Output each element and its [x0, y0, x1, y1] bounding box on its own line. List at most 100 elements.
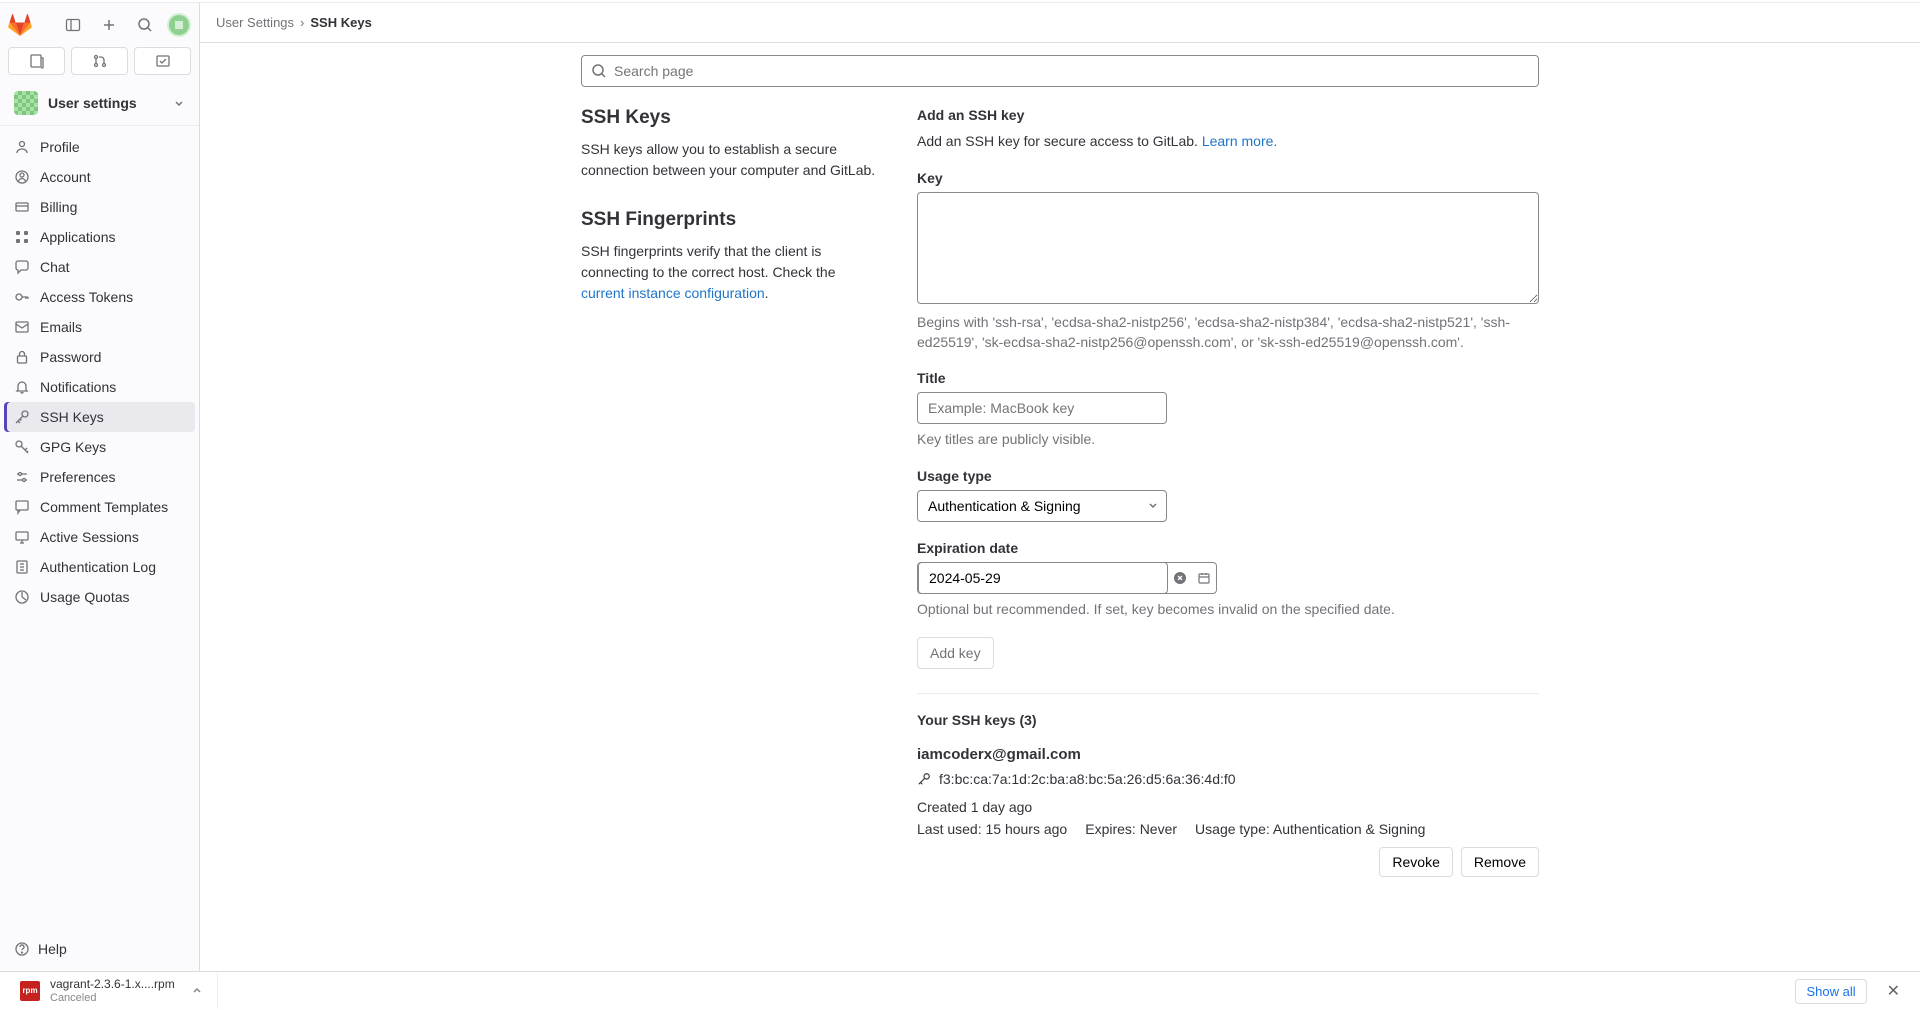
log-icon: [14, 559, 30, 575]
sidebar-item-notifications[interactable]: Notifications: [4, 372, 195, 402]
sidebar-item-label: Comment Templates: [40, 499, 168, 515]
expiration-input[interactable]: [918, 562, 1168, 594]
panel-toggle-icon[interactable]: [59, 11, 87, 39]
sidebar-item-emails[interactable]: Emails: [4, 312, 195, 342]
sidebar-item-active-sessions[interactable]: Active Sessions: [4, 522, 195, 552]
key-fingerprint: f3:bc:ca:7a:1d:2c:ba:a8:bc:5a:26:d5:6a:3…: [939, 771, 1236, 787]
bell-icon: [14, 379, 30, 395]
clear-date-icon[interactable]: [1168, 563, 1192, 593]
todos-shortcut[interactable]: [134, 47, 191, 75]
chevron-down-icon: [173, 97, 185, 109]
preferences-icon: [14, 469, 30, 485]
breadcrumb-current: SSH Keys: [310, 15, 371, 30]
sidebar-item-access-tokens[interactable]: Access Tokens: [4, 282, 195, 312]
show-all-button[interactable]: Show all: [1795, 979, 1866, 1004]
sidebar-item-label: Notifications: [40, 379, 116, 395]
sidebar-item-label: Emails: [40, 319, 82, 335]
breadcrumb-parent[interactable]: User Settings: [216, 15, 294, 30]
issues-shortcut[interactable]: [8, 47, 65, 75]
sidebar-item-label: Authentication Log: [40, 559, 156, 575]
download-item[interactable]: rpm vagrant-2.3.6-1.x....rpm Canceled: [12, 973, 218, 1009]
sidebar-item-label: Active Sessions: [40, 529, 139, 545]
fingerprints-desc: SSH fingerprints verify that the client …: [581, 241, 881, 304]
key-created: Created 1 day ago: [917, 799, 1539, 815]
merge-requests-shortcut[interactable]: [71, 47, 128, 75]
context-title: User settings: [48, 95, 163, 111]
title-input[interactable]: [917, 392, 1167, 424]
fingerprints-heading: SSH Fingerprints: [581, 209, 881, 231]
sidebar-item-applications[interactable]: Applications: [4, 222, 195, 252]
help-icon: [14, 941, 30, 957]
sidebar-item-profile[interactable]: Profile: [4, 132, 195, 162]
plus-icon[interactable]: [95, 11, 123, 39]
sidebar-item-usage-quotas[interactable]: Usage Quotas: [4, 582, 195, 612]
sidebar-item-label: Applications: [40, 229, 116, 245]
file-icon: rpm: [20, 981, 40, 1001]
sidebar-item-auth-log[interactable]: Authentication Log: [4, 552, 195, 582]
quota-icon: [14, 589, 30, 605]
sidebar-item-account[interactable]: Account: [4, 162, 195, 192]
search-icon[interactable]: [131, 11, 159, 39]
chevron-up-icon[interactable]: [185, 985, 209, 997]
sidebar-item-label: Preferences: [40, 469, 115, 485]
sidebar-item-gpg-keys[interactable]: GPG Keys: [4, 432, 195, 462]
calendar-icon[interactable]: [1192, 563, 1216, 593]
monitor-icon: [14, 529, 30, 545]
chat-icon: [14, 259, 30, 275]
add-key-button[interactable]: Add key: [917, 637, 994, 669]
sidebar-item-label: SSH Keys: [40, 409, 104, 425]
context-user-settings[interactable]: User settings: [4, 83, 195, 123]
breadcrumb-separator: ›: [300, 15, 304, 30]
key-usage: Usage type: Authentication & Signing: [1195, 821, 1425, 837]
search-icon: [591, 63, 607, 79]
key-last-used: Last used: 15 hours ago: [917, 821, 1067, 837]
key-entry-title[interactable]: iamcoderx@gmail.com: [917, 746, 1539, 763]
sidebar-item-label: Password: [40, 349, 101, 365]
sidebar-item-billing[interactable]: Billing: [4, 192, 195, 222]
key-textarea[interactable]: [917, 192, 1539, 304]
expiration-label: Expiration date: [917, 540, 1539, 556]
sidebar-item-label: Chat: [40, 259, 70, 275]
sidebar-item-label: Profile: [40, 139, 80, 155]
download-status: Canceled: [50, 992, 175, 1005]
user-avatar[interactable]: [167, 13, 191, 37]
remove-button[interactable]: Remove: [1461, 847, 1539, 877]
instance-config-link[interactable]: current instance configuration: [581, 285, 765, 301]
sidebar-item-password[interactable]: Password: [4, 342, 195, 372]
sidebar-item-comment-templates[interactable]: Comment Templates: [4, 492, 195, 522]
title-label: Title: [917, 370, 1539, 386]
usage-type-select[interactable]: Authentication & Signing: [917, 490, 1167, 522]
downloads-bar: rpm vagrant-2.3.6-1.x....rpm Canceled Sh…: [0, 971, 1920, 1010]
gitlab-logo[interactable]: [8, 13, 32, 37]
expiration-help-text: Optional but recommended. If set, key be…: [917, 600, 1539, 620]
sidebar-item-label: Usage Quotas: [40, 589, 130, 605]
title-help-text: Key titles are publicly visible.: [917, 430, 1539, 450]
gpg-icon: [14, 439, 30, 455]
revoke-button[interactable]: Revoke: [1379, 847, 1452, 877]
your-keys-heading: Your SSH keys (3): [917, 712, 1539, 728]
search-input[interactable]: [581, 55, 1539, 87]
applications-icon: [14, 229, 30, 245]
download-filename: vagrant-2.3.6-1.x....rpm: [50, 977, 175, 991]
key-help-text: Begins with 'ssh-rsa', 'ecdsa-sha2-nistp…: [917, 313, 1539, 352]
help-label: Help: [38, 941, 67, 957]
help-link[interactable]: Help: [10, 935, 189, 963]
close-icon[interactable]: ✕: [1879, 977, 1908, 1005]
ssh-key-entry: iamcoderx@gmail.com f3:bc:ca:7a:1d:2c:ba…: [917, 746, 1539, 877]
key-icon: [14, 409, 30, 425]
learn-more-link[interactable]: Learn more.: [1202, 133, 1277, 149]
key-expires: Expires: Never: [1085, 821, 1177, 837]
comment-icon: [14, 499, 30, 515]
sidebar-item-ssh-keys[interactable]: SSH Keys: [4, 402, 195, 432]
sidebar-item-preferences[interactable]: Preferences: [4, 462, 195, 492]
main-content: User Settings › SSH Keys SSH Keys SSH ke…: [200, 3, 1920, 971]
lock-icon: [14, 349, 30, 365]
sidebar-item-label: Account: [40, 169, 91, 185]
ssh-keys-heading: SSH Keys: [581, 107, 881, 129]
profile-icon: [14, 139, 30, 155]
sidebar-item-chat[interactable]: Chat: [4, 252, 195, 282]
usage-type-label: Usage type: [917, 468, 1539, 484]
add-key-heading: Add an SSH key: [917, 107, 1539, 123]
add-key-intro: Add an SSH key for secure access to GitL…: [917, 131, 1539, 152]
sidebar-item-label: GPG Keys: [40, 439, 106, 455]
